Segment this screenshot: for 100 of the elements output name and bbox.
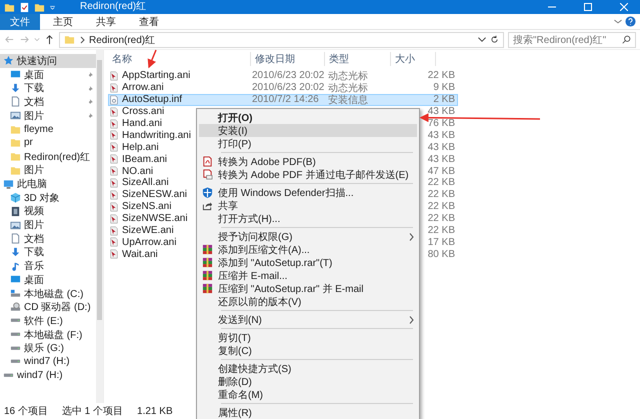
menu-item[interactable]: 转换为 Adobe PDF(B) [199,155,417,168]
maximize-icon [584,3,592,11]
minimize-icon [548,6,556,8]
menu-item[interactable]: 打印(P) [199,137,417,150]
sidebar-item[interactable]: 文档 [0,232,96,246]
cursor-file-icon [109,82,119,93]
cursor-file-icon [109,166,119,176]
sidebar-item[interactable]: wind7 (H:) [0,368,96,382]
sidebar-item[interactable]: 图片 [0,218,96,232]
drive-icon [10,288,21,300]
type-cell-text: 动态光标 [328,70,369,82]
size-cell-text: 47 KB [428,166,456,177]
cursor-file-icon [109,214,119,224]
back-icon [4,34,15,45]
window-title: Rediron(red)红 [80,0,148,14]
archive-icon [202,283,213,294]
size-cell-text: 22 KB [428,70,456,82]
menu-item[interactable]: 转换为 Adobe PDF 并通过电子邮件发送(E) [199,168,417,181]
menu-item[interactable]: 压缩到 "AutoSetup.rar" 并 E-mail [199,282,417,295]
sidebar-item[interactable]: 桌面 [0,273,96,287]
cursor-file-icon [109,237,119,248]
size-cell-text: 9 KB [433,82,456,94]
menu-item[interactable]: 发送到(N) [199,313,417,326]
cursor-file-icon [109,178,119,188]
sidebar-item[interactable]: 桌面 [0,68,96,82]
file-name: Wait.ani [122,248,158,260]
sidebar-item[interactable]: 图片 [0,108,96,122]
menu-item[interactable]: 使用 Windows Defender扫描... [199,186,417,199]
sidebar-item[interactable]: 视频 [0,204,96,218]
size-cell-text: 43 KB [428,130,456,141]
scrollbar-thumb[interactable] [97,60,102,320]
sidebar-item[interactable]: CD 驱动器 (D:) [0,300,96,314]
menu-item[interactable]: 剪切(T) [199,331,417,344]
menu-item[interactable]: 还原以前的版本(V) [199,295,417,308]
pin-icon [87,98,94,106]
sidebar-item[interactable]: Rediron(red)红 [0,150,96,164]
menu-item[interactable]: 打开(O) [199,111,417,124]
sidebar-item[interactable]: 本地磁盘 (F:) [0,328,96,342]
ribbon-tab[interactable]: 查看 [129,14,169,30]
sidebar-item[interactable]: 本地磁盘 (C:) [0,286,96,300]
sidebar-item[interactable]: 快速访问 [0,54,96,68]
folder-icon [10,137,21,148]
chevron-right-icon [409,316,414,324]
sidebar-item[interactable]: wind7 (H:) [0,355,96,369]
menu-item[interactable]: 属性(R) [199,406,417,419]
selection-count: 选中 1 个项目 [62,404,124,418]
folder-icon [10,151,21,162]
file-name: SizeNWSE.ani [122,213,188,224]
selected-row[interactable]: AutoSetup.inf 2010/7/2 14:26 安装信息 2 KB [108,94,458,106]
drive-icon [10,346,21,351]
up-icon [44,34,55,45]
column-header[interactable]: 修改日期 [251,52,325,66]
sidebar-item[interactable]: 文档 [0,95,96,109]
chevron-right-icon [79,36,85,44]
cube-icon [10,192,21,204]
folder-icon [10,164,21,176]
search-field[interactable]: 搜索"Rediron(red)红" [508,32,636,48]
sidebar-item[interactable]: fleyme [0,122,96,136]
sidebar-item[interactable]: 此电脑 [0,177,96,191]
menu-item[interactable]: 安装(I) [199,124,417,137]
menu-item[interactable]: 添加到 "AutoSetup.rar"(T) [199,256,417,269]
sidebar-item[interactable]: 音乐 [0,259,96,273]
film-icon [10,206,21,217]
sidebar-item[interactable]: 3D 对象 [0,190,96,205]
shield-icon [202,187,213,198]
sidebar-item[interactable]: 图片 [0,164,96,178]
sidebar-item[interactable]: 软件 (E:) [0,314,96,328]
sidebar-item[interactable]: 下载 [0,246,96,260]
menu-item[interactable]: 删除(D) [199,375,417,388]
cursor-file-icon [109,130,119,140]
drive-icon [10,359,21,364]
forward-icon [19,34,30,45]
file-name: NO.ani [122,166,154,177]
file-name: Handwriting.ani [122,130,191,141]
sidebar-item[interactable]: pr [0,136,96,150]
menu-item[interactable]: 授予访问权限(G) [199,230,417,243]
date-cell-text: 2010/7/2 14:26 [252,94,320,106]
file-name: AutoSetup.inf [122,94,182,106]
menu-item[interactable]: 压缩并 E-mail... [199,269,417,282]
chevron-down-icon [614,19,622,24]
column-header[interactable]: 名称 [104,52,251,66]
cursor-file-icon [109,106,119,117]
menu-item[interactable]: 添加到压缩文件(A)... [199,243,417,256]
type-cell-text: 安装信息 [328,94,369,107]
ribbon-tab[interactable]: 文件 [0,14,40,30]
menu-item[interactable]: 打开方式(H)... [199,212,417,225]
column-header[interactable]: 大小 [391,52,436,66]
sidebar-item[interactable]: 娱乐 (G:) [0,341,96,356]
ribbon-tab[interactable]: 主页 [43,14,83,30]
address-bar[interactable]: Rediron(red)红 [59,32,504,48]
column-header[interactable]: 类型 [325,52,391,66]
menu-item[interactable]: 复制(C) [199,344,417,357]
menu-item[interactable]: 共享 [199,199,417,212]
menu-item[interactable]: 重命名(M) [199,388,417,401]
cursor-file-icon [109,70,119,81]
settings-file-icon [109,94,119,105]
annotation-arrow [148,50,157,68]
ribbon-tab[interactable]: 共享 [86,14,126,30]
sidebar-item[interactable]: 下载 [0,81,96,96]
menu-item[interactable]: 创建快捷方式(S) [199,362,417,375]
